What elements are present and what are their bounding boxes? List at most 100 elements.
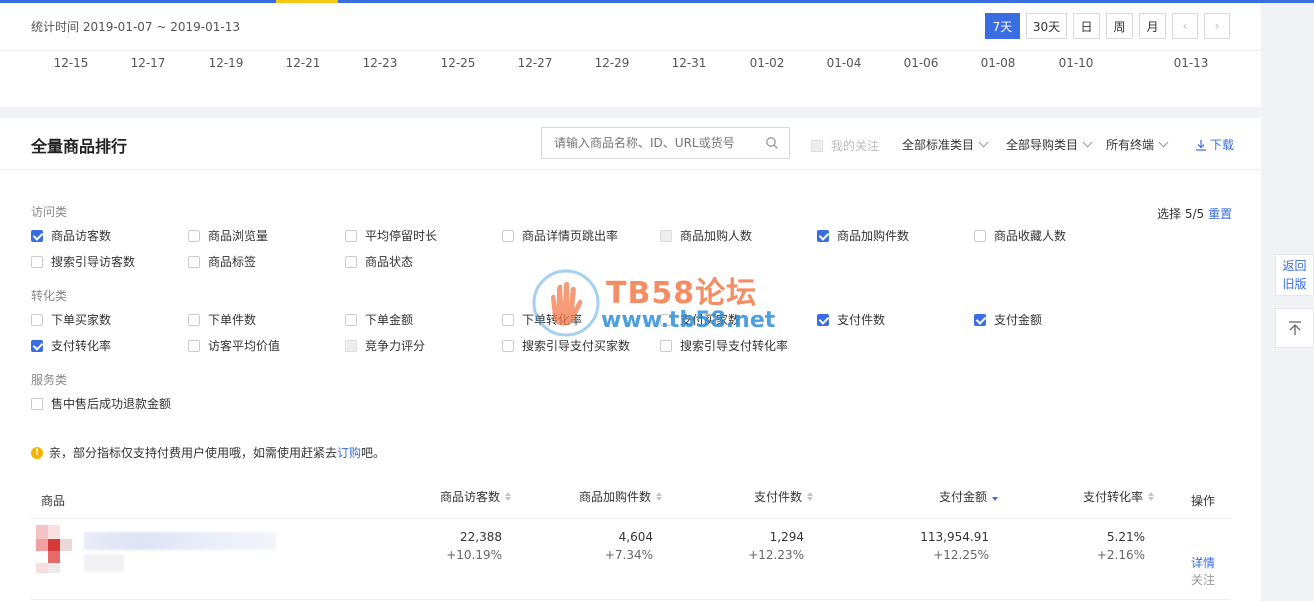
metric-label: 下单买家数 (51, 313, 112, 327)
metric-option[interactable]: 商品详情页跳出率 (502, 227, 618, 244)
metric-option[interactable]: 下单金额 (345, 311, 413, 328)
metric-checkbox[interactable] (502, 229, 514, 242)
x-tick-label: 12-19 (208, 56, 244, 70)
visitors-delta: +10.19% (446, 548, 502, 562)
period-30d-button[interactable]: 30天 (1026, 13, 1067, 39)
metric-option[interactable]: 商品标签 (188, 253, 256, 270)
sort-icon[interactable] (656, 492, 663, 501)
col-header-cart-items[interactable]: 商品加购件数 (579, 488, 663, 505)
guide-category-dropdown[interactable]: 全部导购类目 (1006, 136, 1093, 153)
product-thumbnail[interactable] (36, 521, 76, 573)
sort-icon[interactable] (1148, 492, 1155, 501)
metric-option[interactable]: 支付件数 (817, 311, 885, 328)
col-header-pay-rate-label: 支付转化率 (1083, 490, 1144, 504)
reset-link[interactable]: 重置 (1208, 207, 1232, 221)
my-follow-checkbox[interactable] (811, 139, 823, 152)
metric-option[interactable]: 下单买家数 (31, 311, 111, 328)
metric-option[interactable]: 售中售后成功退款金额 (31, 395, 171, 412)
download-button[interactable]: 下载 (1195, 136, 1234, 153)
cell-pay-amount: 113,954.91 +12.25% (869, 528, 989, 564)
back-label-line1: 返回 (1282, 259, 1307, 273)
metric-checkbox[interactable] (31, 229, 43, 242)
x-tick-label: 01-10 (1058, 56, 1094, 70)
my-follow-filter[interactable]: 我的关注 (811, 137, 879, 154)
metric-option[interactable]: 支付买家数 (660, 311, 740, 328)
metric-option[interactable]: 支付转化率 (31, 337, 111, 354)
metric-checkbox[interactable] (345, 255, 357, 268)
metric-option[interactable]: 搜索引导支付转化率 (660, 337, 788, 354)
col-header-product: 商品 (41, 494, 66, 508)
metric-option[interactable]: 商品访客数 (31, 227, 111, 244)
metric-checkbox[interactable] (31, 313, 43, 326)
cell-visitors: 22,388 +10.19% (402, 528, 502, 564)
divider (0, 50, 1261, 51)
back-to-top-button[interactable] (1275, 308, 1314, 348)
metric-checkbox[interactable] (31, 397, 43, 410)
metric-checkbox[interactable] (188, 255, 200, 268)
product-name-blurred[interactable] (84, 532, 276, 550)
prev-period-button[interactable]: ‹ (1172, 13, 1198, 39)
metric-checkbox[interactable] (31, 255, 43, 268)
next-period-button[interactable]: › (1204, 13, 1230, 39)
metric-label: 支付买家数 (680, 313, 741, 327)
metric-option[interactable]: 下单转化率 (502, 311, 582, 328)
search-icon[interactable] (765, 136, 779, 150)
col-header-visitors[interactable]: 商品访客数 (440, 488, 512, 505)
metric-label: 下单转化率 (522, 313, 583, 327)
metric-checkbox[interactable] (31, 339, 43, 352)
standard-category-dropdown[interactable]: 全部标准类目 (902, 136, 989, 153)
metric-option[interactable]: 商品收藏人数 (974, 227, 1066, 244)
period-day-button[interactable]: 日 (1073, 13, 1100, 39)
col-header-pay-rate[interactable]: 支付转化率 (1083, 488, 1155, 505)
metric-checkbox[interactable] (188, 339, 200, 352)
product-search-box[interactable] (541, 127, 790, 159)
detail-link[interactable]: 详情 (1191, 554, 1215, 571)
metric-checkbox[interactable] (345, 313, 357, 326)
select-count: 选择 5/5 重置 (1157, 205, 1232, 222)
metric-checkbox[interactable] (188, 313, 200, 326)
ranking-card: 全量商品排行 我的关注 全部标准类目 全部导购类目 所有终端 下载 访问类 选择… (0, 118, 1261, 601)
cell-pay-items: 1,294 +12.23% (704, 528, 804, 564)
metric-option[interactable]: 下单件数 (188, 311, 256, 328)
metric-checkbox[interactable] (502, 313, 514, 326)
follow-link[interactable]: 关注 (1191, 571, 1215, 588)
metric-checkbox[interactable] (974, 229, 986, 242)
metric-option[interactable]: 商品浏览量 (188, 227, 268, 244)
category-service-label: 服务类 (31, 373, 68, 387)
product-search-input[interactable] (554, 136, 754, 150)
metric-checkbox[interactable] (188, 229, 200, 242)
metric-option[interactable]: 商品加购件数 (817, 227, 909, 244)
metric-option[interactable]: 支付金额 (974, 311, 1042, 328)
col-header-cart-items-label: 商品加购件数 (579, 490, 652, 504)
period-week-button[interactable]: 周 (1106, 13, 1133, 39)
metric-option[interactable]: 商品状态 (345, 253, 413, 270)
sort-icon[interactable] (505, 492, 512, 501)
download-label: 下载 (1210, 138, 1235, 152)
period-month-button[interactable]: 月 (1139, 13, 1166, 39)
x-tick-label: 01-13 (1173, 56, 1209, 70)
sort-desc-icon[interactable] (992, 492, 999, 501)
metric-checkbox[interactable] (345, 229, 357, 242)
warning-icon: ! (31, 446, 43, 459)
col-header-pay-items[interactable]: 支付件数 (754, 488, 814, 505)
subscribe-link[interactable]: 订购 (337, 444, 361, 461)
terminal-dropdown[interactable]: 所有终端 (1106, 136, 1169, 153)
metric-option[interactable]: 访客平均价值 (188, 337, 280, 354)
metric-checkbox[interactable] (817, 313, 829, 326)
metric-checkbox[interactable] (660, 313, 672, 326)
metric-option[interactable]: 搜索引导支付买家数 (502, 337, 630, 354)
metric-checkbox (660, 229, 672, 242)
metric-checkbox[interactable] (502, 339, 514, 352)
metric-checkbox[interactable] (817, 229, 829, 242)
metric-checkbox[interactable] (974, 313, 986, 326)
metric-label: 售中售后成功退款金额 (51, 397, 172, 411)
metric-option[interactable]: 搜索引导访客数 (31, 253, 135, 270)
col-header-pay-amount[interactable]: 支付金额 (939, 488, 999, 505)
x-tick-label: 12-25 (440, 56, 476, 70)
back-to-old-version-button[interactable]: 返回 旧版 (1275, 254, 1314, 296)
sort-icon[interactable] (807, 492, 814, 501)
period-7d-button[interactable]: 7天 (985, 13, 1020, 39)
metric-label: 搜索引导访客数 (51, 255, 136, 269)
metric-option[interactable]: 平均停留时长 (345, 227, 437, 244)
metric-checkbox[interactable] (660, 339, 672, 352)
